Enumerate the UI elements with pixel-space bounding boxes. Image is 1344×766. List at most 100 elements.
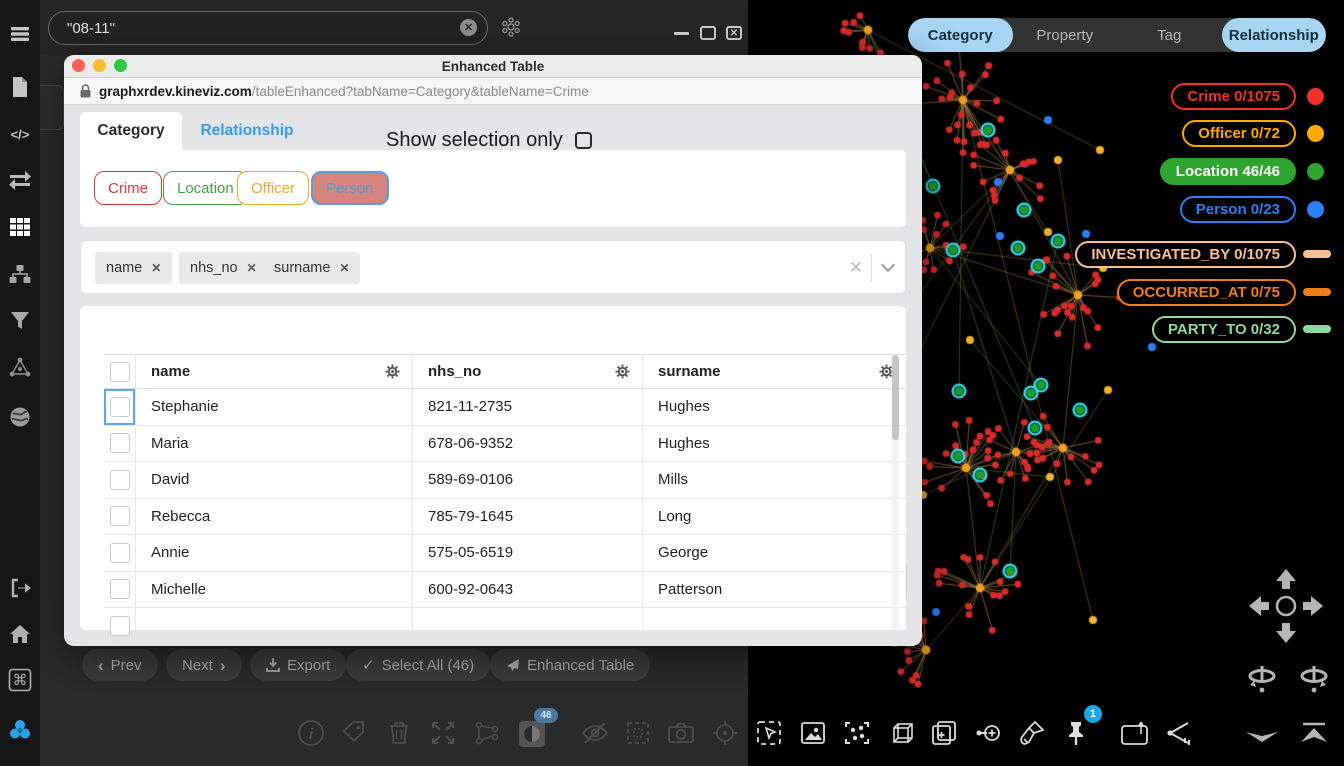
table-scrollbar[interactable] — [892, 355, 899, 630]
column-gear-icon[interactable] — [385, 364, 400, 379]
location-color-dot[interactable] — [1307, 163, 1324, 180]
modal-tab-category[interactable]: Category — [80, 112, 182, 150]
party-to-color-bar[interactable] — [1303, 325, 1331, 333]
officer-color-dot[interactable] — [1307, 125, 1324, 142]
row-checkbox[interactable] — [110, 397, 130, 417]
enhanced-table-button[interactable]: Enhanced Table — [490, 649, 650, 681]
pill-officer[interactable]: Officer — [237, 171, 309, 205]
table-row-partial[interactable] — [104, 608, 906, 630]
target-icon[interactable] — [711, 719, 739, 747]
globe-icon[interactable] — [8, 405, 32, 429]
tab-relationship[interactable]: Relationship — [1222, 18, 1327, 52]
rotate-right-icon[interactable] — [1296, 664, 1332, 696]
tilt-up-icon[interactable] — [1295, 722, 1333, 744]
column-filter-select[interactable]: name✕ nhs_no✕ surname✕ ✕ — [80, 240, 906, 294]
tab-property[interactable]: Property — [1013, 18, 1118, 52]
marquee-select-icon[interactable] — [624, 719, 652, 747]
modal-url-bar[interactable]: graphxrdev.kineviz.com/tableEnhanced?tab… — [64, 78, 922, 105]
sign-out-icon[interactable] — [8, 576, 32, 600]
table-row[interactable]: Michelle 600-92-0643 Patterson — [104, 572, 906, 609]
prev-button[interactable]: ‹Prev — [82, 649, 158, 681]
chevron-down-icon[interactable] — [881, 258, 895, 272]
table-row[interactable]: Maria 678-06-9352 Hughes — [104, 426, 906, 463]
remove-chip-icon[interactable]: ✕ — [339, 261, 349, 275]
info-icon[interactable]: i — [297, 719, 325, 747]
expand-icon[interactable] — [429, 719, 457, 747]
badge-occurred-at[interactable]: OCCURRED_AT 0/75 — [1117, 279, 1296, 306]
cube-icon[interactable] — [887, 719, 915, 747]
search-input[interactable]: "08-11" — [48, 11, 488, 45]
trash-icon[interactable] — [385, 719, 413, 747]
badge-crime[interactable]: Crime 0/1075 — [1171, 83, 1296, 110]
row-checkbox[interactable] — [110, 616, 130, 636]
menu-icon[interactable] — [8, 22, 32, 46]
lasso-select-icon[interactable] — [755, 719, 783, 747]
home-icon[interactable] — [8, 622, 32, 646]
chip-surname[interactable]: surname✕ — [263, 252, 360, 284]
remove-chip-icon[interactable]: ✕ — [151, 261, 161, 275]
rotate-left-icon[interactable] — [1244, 664, 1280, 696]
code-icon[interactable]: </> — [8, 122, 32, 146]
contrast-square-icon[interactable] — [517, 719, 545, 747]
badge-officer[interactable]: Officer 0/72 — [1182, 120, 1296, 147]
pill-crime[interactable]: Crime — [94, 171, 162, 205]
badge-party-to[interactable]: PARTY_TO 0/32 — [1152, 316, 1296, 343]
filter-icon[interactable] — [8, 309, 32, 333]
swap-arrows-icon[interactable] — [8, 169, 32, 193]
modal-titlebar[interactable]: Enhanced Table — [64, 55, 922, 78]
table-row[interactable]: Rebecca 785-79-1645 Long — [104, 499, 906, 536]
person-color-dot[interactable] — [1307, 201, 1324, 218]
pill-person[interactable]: Person — [311, 171, 389, 205]
tablet-pen-icon[interactable] — [1120, 719, 1148, 747]
brush-icon[interactable] — [1018, 719, 1046, 747]
tab-category[interactable]: Category — [908, 18, 1013, 52]
pill-location[interactable]: Location — [163, 171, 248, 205]
network-icon[interactable] — [8, 355, 32, 379]
row-checkbox[interactable] — [110, 543, 130, 563]
drawer-handle[interactable] — [40, 85, 64, 130]
occurred-at-color-bar[interactable] — [1303, 288, 1331, 296]
command-icon[interactable]: ⌘ — [8, 668, 32, 692]
remove-chip-icon[interactable]: ✕ — [247, 261, 257, 275]
table-row[interactable]: David 589-69-0106 Mills — [104, 462, 906, 499]
chip-name[interactable]: name✕ — [95, 252, 172, 284]
clear-all-chips-icon[interactable]: ✕ — [849, 258, 863, 278]
show-selection-checkbox[interactable] — [575, 132, 592, 149]
image-icon[interactable] — [799, 719, 827, 747]
column-gear-icon[interactable] — [615, 364, 630, 379]
eye-off-icon[interactable] — [581, 719, 609, 747]
tilt-down-icon[interactable] — [1243, 726, 1281, 744]
kineviz-logo-icon[interactable] — [8, 718, 32, 742]
table-icon[interactable] — [8, 215, 32, 239]
badge-investigated-by[interactable]: INVESTIGATED_BY 0/1075 — [1075, 241, 1296, 268]
graph-branch-icon[interactable] — [473, 719, 501, 747]
tag-icon[interactable] — [341, 719, 369, 747]
next-button[interactable]: Next› — [166, 649, 242, 681]
minimize-button[interactable] — [674, 32, 689, 35]
row-checkbox[interactable] — [110, 470, 130, 490]
investigated-by-color-bar[interactable] — [1303, 250, 1331, 258]
add-node-icon[interactable] — [974, 719, 1002, 747]
pin-icon[interactable] — [1062, 719, 1090, 747]
badge-person[interactable]: Person 0/23 — [1180, 196, 1296, 223]
sitemap-icon[interactable] — [8, 262, 32, 286]
crime-color-dot[interactable] — [1307, 88, 1324, 105]
row-checkbox[interactable] — [110, 506, 130, 526]
camera-icon[interactable] — [667, 719, 695, 747]
close-button[interactable]: ✕ — [726, 26, 742, 40]
settings-flower-icon[interactable] — [500, 16, 522, 38]
row-checkbox[interactable] — [110, 433, 130, 453]
select-all-button[interactable]: ✓Select All (46) — [346, 649, 490, 681]
scatter-select-icon[interactable] — [843, 719, 871, 747]
tab-tag[interactable]: Tag — [1117, 18, 1222, 52]
row-checkbox[interactable] — [110, 579, 130, 599]
clear-search-icon[interactable]: ✕ — [460, 19, 477, 36]
chip-nhs-no[interactable]: nhs_no✕ — [179, 252, 268, 284]
add-document-icon[interactable] — [930, 719, 958, 747]
table-row[interactable]: Stephanie 821-11-2735 Hughes — [104, 389, 906, 426]
badge-location[interactable]: Location 46/46 — [1160, 158, 1296, 185]
maximize-button[interactable] — [700, 26, 716, 40]
header-checkbox[interactable] — [110, 362, 130, 382]
split-edge-icon[interactable] — [1164, 719, 1192, 747]
export-button[interactable]: Export — [250, 649, 346, 681]
